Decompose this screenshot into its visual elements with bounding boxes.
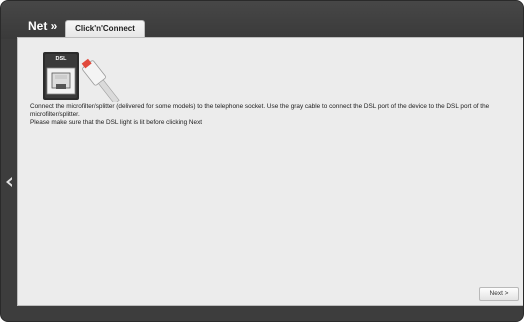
section-title: Net » [28,19,58,33]
wizard-window: Net » Click'n'Connect DSL Connect the mi… [0,0,524,322]
dsl-port-image: DSL [41,46,123,105]
instructions-text: Connect the microfilter/splitter (delive… [30,103,518,128]
tab-click-n-connect[interactable]: Click'n'Connect [65,20,145,38]
content-panel: DSL Connect the microfilter/splitter (de… [17,37,523,306]
dsl-port-label: DSL [55,56,67,62]
instruction-check-light: Please make sure that the DSL light is l… [30,119,203,127]
header-bar: Net » Click'n'Connect [1,1,523,39]
next-button[interactable]: Next > [479,287,519,301]
chevron-left-icon[interactable] [4,175,14,189]
instruction-connect: Connect the microfilter/splitter (delive… [30,103,490,119]
